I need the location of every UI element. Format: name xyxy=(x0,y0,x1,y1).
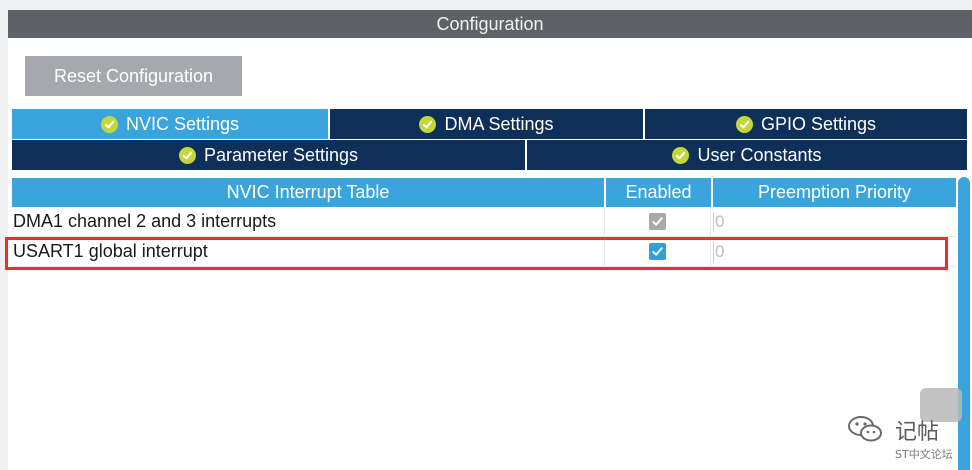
tab-row-2: Parameter Settings User Constants xyxy=(12,140,967,170)
highlight-box xyxy=(5,237,948,270)
check-circle-icon xyxy=(178,146,196,164)
table-row[interactable]: DMA1 channel 2 and 3 interrupts 0 xyxy=(12,207,956,237)
tab-user-constants[interactable]: User Constants xyxy=(527,140,967,170)
column-header-enabled[interactable]: Enabled xyxy=(606,178,713,207)
check-circle-icon xyxy=(100,115,118,133)
reset-configuration-button[interactable]: Reset Configuration xyxy=(25,56,242,96)
tab-label: DMA Settings xyxy=(444,113,554,134)
enabled-checkbox xyxy=(649,213,666,230)
wechat-icon xyxy=(848,416,882,442)
tab-label: NVIC Settings xyxy=(125,113,240,134)
interrupt-name: DMA1 channel 2 and 3 interrupts xyxy=(13,211,277,231)
tab-row-1: NVIC Settings DMA Settings GPIO Settings xyxy=(12,109,967,139)
tab-nvic-settings[interactable]: NVIC Settings xyxy=(12,109,330,139)
interrupt-name-cell: DMA1 channel 2 and 3 interrupts xyxy=(12,207,605,236)
tab-gpio-settings[interactable]: GPIO Settings xyxy=(645,109,967,139)
tab-label: Parameter Settings xyxy=(203,144,359,165)
page-title: Configuration xyxy=(436,13,544,34)
priority-cell: 0 xyxy=(711,207,956,236)
check-circle-icon xyxy=(419,115,437,133)
tab-dma-settings[interactable]: DMA Settings xyxy=(330,109,645,139)
tab-label: User Constants xyxy=(697,144,822,165)
watermark-text: 记帖 xyxy=(895,420,940,445)
column-header-label: Enabled xyxy=(625,182,692,202)
reset-configuration-label: Reset Configuration xyxy=(53,65,214,86)
column-header-label: Preemption Priority xyxy=(757,182,912,202)
top-strip xyxy=(0,0,972,10)
checkmark-icon xyxy=(652,217,663,226)
preemption-priority-value: 0 xyxy=(713,211,725,232)
enabled-cell xyxy=(605,207,711,236)
column-header-label: NVIC Interrupt Table xyxy=(226,182,390,202)
tab-parameter-settings[interactable]: Parameter Settings xyxy=(12,140,527,170)
check-circle-icon xyxy=(672,146,690,164)
column-header-preemption-priority[interactable]: Preemption Priority xyxy=(713,178,956,207)
configuration-title-bar: Configuration xyxy=(8,10,972,38)
check-circle-icon xyxy=(735,115,753,133)
nvic-interrupt-table: NVIC Interrupt Table Enabled Preemption … xyxy=(12,178,956,470)
watermark-subtext: ST中文论坛 xyxy=(895,448,953,461)
column-header-interrupt[interactable]: NVIC Interrupt Table xyxy=(12,178,606,207)
table-scrollbar[interactable] xyxy=(958,177,970,470)
table-header: NVIC Interrupt Table Enabled Preemption … xyxy=(12,178,956,207)
left-strip xyxy=(0,0,8,470)
tab-label: GPIO Settings xyxy=(760,113,877,134)
